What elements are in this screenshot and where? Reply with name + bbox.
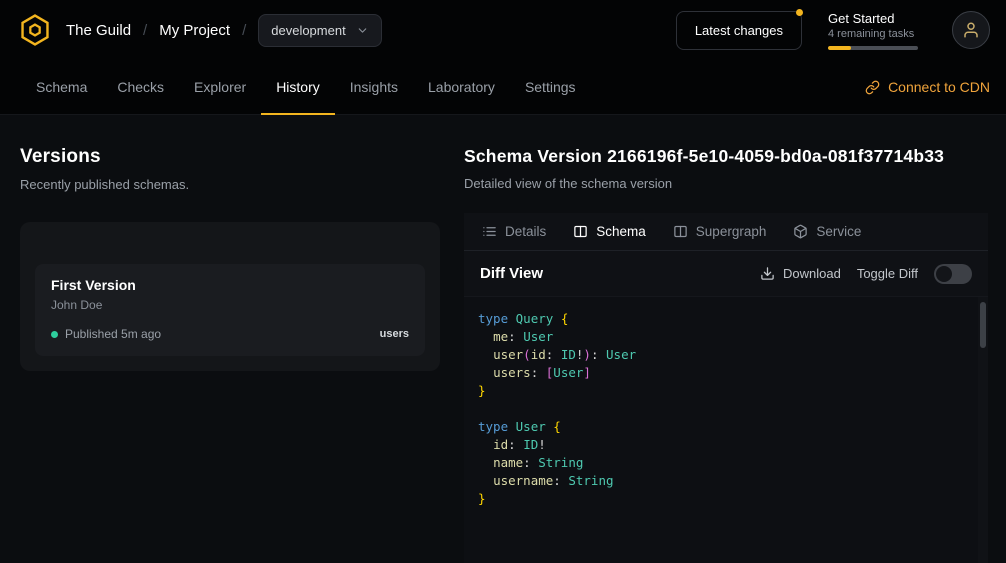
versions-panel: Versions Recently published schemas. Fir…	[20, 146, 440, 563]
get-started-widget[interactable]: Get Started 4 remaining tasks	[828, 11, 926, 50]
version-status: Published 5m ago	[65, 327, 161, 341]
person-icon	[962, 21, 980, 39]
main-content: Versions Recently published schemas. Fir…	[0, 115, 1006, 563]
tab-details-label: Details	[505, 224, 546, 239]
diff-view-title: Diff View	[480, 265, 543, 282]
version-detail-panel: Schema Version 2166196f-5e10-4059-bd0a-0…	[464, 146, 988, 563]
toggle-diff-switch[interactable]	[934, 264, 972, 284]
breadcrumb-separator: /	[242, 22, 246, 39]
schema-code-viewer: type Query { me: User user(id: ID!): Use…	[464, 296, 988, 563]
schema-view-tabs: Details Schema Supergraph	[464, 213, 988, 251]
version-detail-subtitle: Detailed view of the schema version	[464, 176, 988, 191]
breadcrumb-org[interactable]: The Guild	[66, 22, 131, 39]
get-started-progress-fill	[828, 46, 851, 50]
latest-changes-label: Latest changes	[695, 23, 783, 38]
version-meta-row: Published 5m ago users	[51, 327, 409, 341]
breadcrumb: The Guild / My Project / development	[66, 14, 382, 47]
get-started-title: Get Started	[828, 11, 926, 26]
code-scrollbar-thumb[interactable]	[980, 302, 986, 348]
download-button[interactable]: Download	[760, 266, 841, 281]
top-header: The Guild / My Project / development Lat…	[0, 0, 1006, 60]
link-icon	[865, 80, 880, 95]
notification-dot	[796, 9, 803, 16]
tab-details[interactable]: Details	[482, 224, 546, 239]
environment-select[interactable]: development	[258, 14, 381, 47]
published-status-dot	[51, 331, 58, 338]
breadcrumb-project[interactable]: My Project	[159, 22, 230, 39]
get-started-progress	[828, 46, 918, 50]
breadcrumb-separator: /	[143, 22, 147, 39]
tab-service-label: Service	[816, 224, 861, 239]
header-right-group: Latest changes Get Started 4 remaining t…	[676, 11, 990, 50]
user-avatar[interactable]	[952, 11, 990, 49]
get-started-subtitle: 4 remaining tasks	[828, 28, 926, 40]
tab-explorer[interactable]: Explorer	[179, 60, 261, 114]
version-author: John Doe	[51, 298, 409, 312]
schema-view-panel: Details Schema Supergraph	[464, 213, 988, 563]
main-nav-tabs: Schema Checks Explorer History Insights …	[21, 60, 591, 114]
download-label: Download	[783, 266, 841, 281]
toggle-diff-label: Toggle Diff	[857, 266, 918, 281]
connect-to-cdn-link[interactable]: Connect to CDN	[865, 60, 990, 114]
versions-subtitle: Recently published schemas.	[20, 177, 440, 192]
environment-select-value: development	[271, 23, 345, 38]
tab-schema-label: Schema	[596, 224, 646, 239]
tab-supergraph-label: Supergraph	[696, 224, 767, 239]
version-service-badge: users	[380, 328, 409, 340]
diff-actions: Download Toggle Diff	[760, 264, 972, 284]
code-scrollbar	[978, 297, 988, 563]
columns-icon	[573, 224, 588, 239]
tab-schema-nav[interactable]: Schema	[21, 60, 102, 114]
tab-schema[interactable]: Schema	[573, 224, 646, 239]
tab-history[interactable]: History	[261, 60, 335, 114]
tab-laboratory[interactable]: Laboratory	[413, 60, 510, 114]
hive-logo[interactable]	[16, 11, 54, 49]
latest-changes-button[interactable]: Latest changes	[676, 11, 802, 50]
version-detail-title: Schema Version 2166196f-5e10-4059-bd0a-0…	[464, 146, 988, 167]
tab-supergraph[interactable]: Supergraph	[673, 224, 767, 239]
download-icon	[760, 266, 775, 281]
diff-toolbar: Diff View Download Toggle Diff	[464, 251, 988, 296]
chevron-down-icon	[356, 24, 369, 37]
main-nav: Schema Checks Explorer History Insights …	[0, 60, 1006, 115]
tab-settings[interactable]: Settings	[510, 60, 591, 114]
connect-to-cdn-label: Connect to CDN	[888, 79, 990, 95]
version-list-item[interactable]: First Version John Doe Published 5m ago …	[35, 264, 425, 356]
list-icon	[482, 224, 497, 239]
versions-card: First Version John Doe Published 5m ago …	[20, 222, 440, 371]
version-name: First Version	[51, 277, 409, 293]
hive-hexagon-icon	[18, 13, 52, 47]
toggle-knob	[936, 266, 952, 282]
tab-checks[interactable]: Checks	[102, 60, 179, 114]
columns-icon	[673, 224, 688, 239]
cube-icon	[793, 224, 808, 239]
tab-insights[interactable]: Insights	[335, 60, 413, 114]
tab-service[interactable]: Service	[793, 224, 861, 239]
versions-title: Versions	[20, 146, 440, 168]
schema-code-lines: type Query { me: User user(id: ID!): Use…	[464, 297, 988, 520]
